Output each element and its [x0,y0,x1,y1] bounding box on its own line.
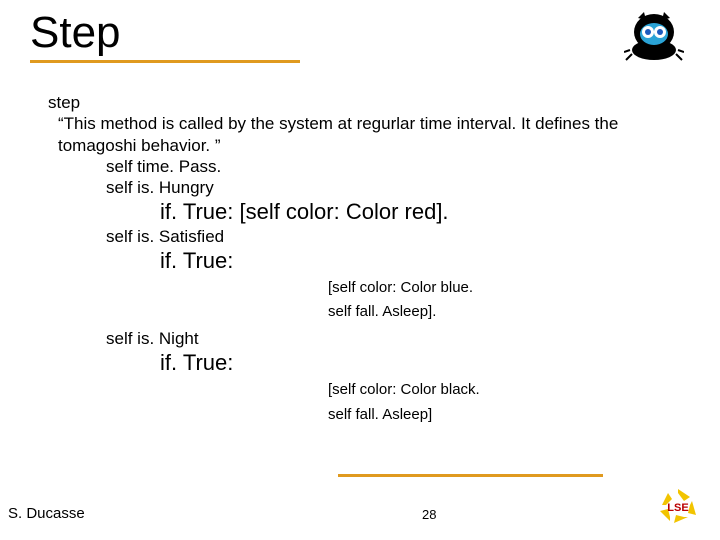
code-block-line: self fall. Asleep] [328,406,668,425]
lse-recycle-logo-icon: LSE [658,487,698,530]
title-block: Step [30,8,310,63]
code-line: self is. Satisfied [106,226,668,247]
footer-page-number: 28 [422,507,436,522]
code-line: if. True: [160,349,668,377]
code-line: self is. Night [106,328,668,349]
footer-separator [338,474,603,477]
code-block-line: self fall. Asleep]. [328,303,668,322]
code-line: self is. Hungry [106,177,668,198]
slide-title: Step [30,8,310,58]
code-comment: “This method is called by the system at … [48,113,668,156]
footer-author: S. Ducasse [8,505,85,522]
code-line: if. True: [self color: Color red]. [160,198,668,226]
code-line: self time. Pass. [106,156,668,177]
code-line: step [48,92,668,113]
code-block-line: [self color: Color blue. [328,279,668,298]
title-underline [30,60,300,63]
code-line: if. True: [160,247,668,275]
creature-mascot-icon [624,10,684,67]
code-body: step “This method is called by the syste… [48,92,668,430]
code-block-line: [self color: Color black. [328,381,668,400]
svg-text:LSE: LSE [667,502,688,514]
